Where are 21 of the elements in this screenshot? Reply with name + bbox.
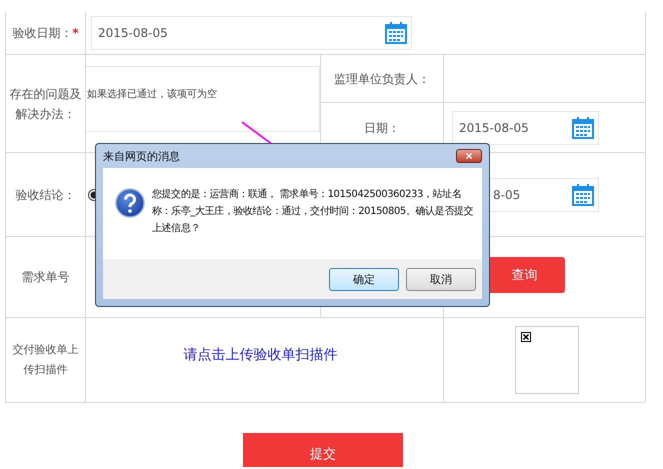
calendar-icon[interactable] xyxy=(385,22,407,44)
dialog-button[interactable]: 确定 xyxy=(329,268,399,290)
date-field[interactable]: 2015-08-05 xyxy=(452,110,599,144)
calendar-icon[interactable] xyxy=(572,184,594,206)
dialog-title: 来自网页的消息 xyxy=(103,148,180,164)
field-label: 监理单位负责人： xyxy=(334,70,430,88)
calendar-icon[interactable] xyxy=(572,116,594,138)
field-label: 交付验收单上传扫描件 xyxy=(12,342,80,378)
question-icon xyxy=(115,188,145,218)
field-label: 存在的问题及解决办法： xyxy=(8,86,82,122)
dialog-button[interactable]: 取消 xyxy=(406,268,476,290)
field-label: 验收结论： xyxy=(16,186,76,204)
submit-button[interactable]: 提交 xyxy=(243,433,403,467)
field-label: 验收日期： xyxy=(12,25,72,42)
required-mark: * xyxy=(72,25,79,42)
upload-link[interactable]: 请点击上传验收单扫描件 xyxy=(184,346,338,364)
broken-image-icon xyxy=(520,332,530,342)
field-label: 日期： xyxy=(364,120,400,136)
text-area[interactable]: 如果选择已通过，该项可为空 xyxy=(86,66,320,132)
field-label: 需求单号 xyxy=(22,269,70,286)
date-field[interactable]: 2015-08-05 xyxy=(91,16,412,50)
